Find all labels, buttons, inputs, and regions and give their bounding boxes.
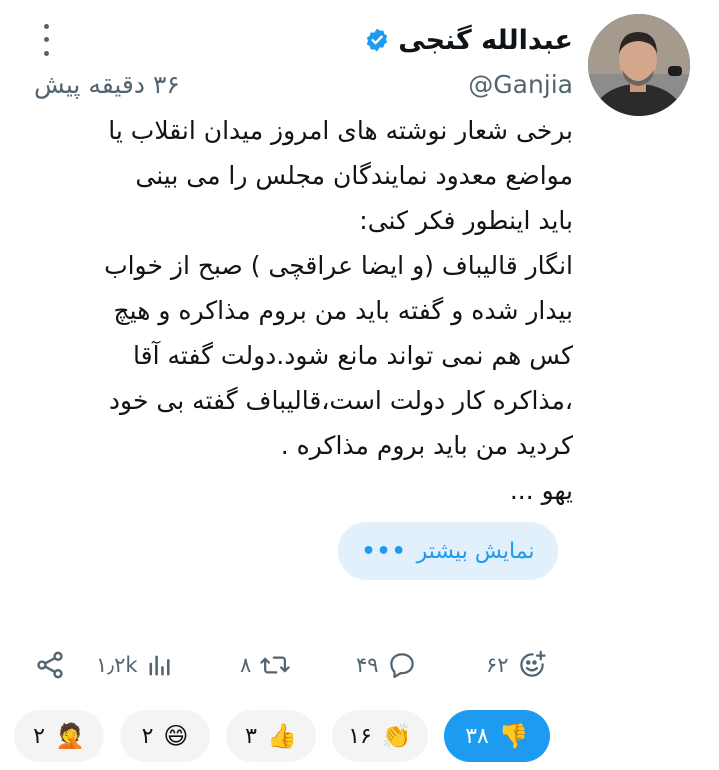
views-bar-chart-icon — [149, 655, 170, 676]
reaction-dislike[interactable]: ۳۸ 👎 — [444, 710, 550, 762]
reaction-clap[interactable]: ۱۶ 👏 — [332, 710, 428, 762]
tweet-meta: ۳۶ دقیقه پیش @Ganjia — [34, 64, 573, 104]
views-count: ۱٫۲k — [96, 653, 138, 677]
reactions-count: ۶۲ — [486, 653, 509, 677]
tweet-line: کس هم نمی تواند مانع شود.دولت گفته آقا — [133, 341, 573, 370]
tweet-line: ،مذاکره کار دولت است،قالیباف گفته بی خود — [108, 386, 573, 415]
share-icon — [37, 651, 63, 679]
retweets-count: ۸ — [240, 653, 252, 677]
reply-button[interactable]: ۴۹ — [356, 645, 417, 685]
grinning-face-icon: 😄 — [163, 722, 189, 750]
tweet-line: انگار قالیباف (و ایضا عراقچی ) صبح از خو… — [104, 251, 573, 280]
tweet-text: برخی شعار نوشته های امروز میدان انقلاب ی… — [30, 108, 573, 513]
author-display-name[interactable]: عبدالله گنجی — [398, 25, 573, 56]
author-handle[interactable]: @Ganjia — [468, 70, 573, 99]
clapping-hands-icon: 👏 — [381, 722, 412, 750]
reaction-count: ۱۶ — [348, 723, 372, 749]
share-button[interactable] — [34, 645, 66, 685]
author-name-row: عبدالله گنجی — [364, 18, 573, 62]
more-options-icon[interactable] — [34, 20, 58, 60]
tweet-line: یهو ... — [509, 476, 573, 505]
reaction-count: ۳۸ — [465, 723, 489, 749]
retweet-button[interactable]: ۸ — [240, 645, 291, 685]
tweet-line: کردید من باید بروم مذاکره . — [280, 431, 573, 460]
retweet-icon — [260, 656, 290, 674]
add-reaction-icon — [519, 650, 546, 677]
tweet-line: باید اینطور فکر کنی: — [359, 206, 573, 235]
reaction-count: ۲ — [33, 723, 45, 749]
show-more-label: نمایش بیشتر — [416, 538, 535, 564]
show-more-button[interactable]: نمایش بیشتر ••• — [338, 522, 558, 580]
profile-photo — [588, 14, 690, 116]
reaction-facepalm[interactable]: ۲ 🤦 — [14, 710, 104, 762]
reaction-count: ۲ — [141, 723, 154, 749]
tweet-time[interactable]: ۳۶ دقیقه پیش — [34, 70, 180, 99]
replies-count: ۴۹ — [356, 653, 379, 677]
thumbs-down-icon: 👎 — [498, 722, 529, 750]
tweet-line: برخی شعار نوشته های امروز میدان انقلاب ی… — [108, 116, 573, 145]
facepalm-icon: 🤦 — [54, 722, 85, 750]
verified-badge-icon — [364, 27, 390, 53]
ellipsis-icon: ••• — [361, 538, 407, 564]
reaction-laugh[interactable]: ۲ 😄 — [120, 710, 210, 762]
reaction-like[interactable]: ۳ 👍 — [226, 710, 316, 762]
tweet-line: بیدار شده و گفته باید من بروم مذاکره و ه… — [113, 296, 573, 325]
reaction-count: ۳ — [245, 723, 257, 749]
tweet-line: مواضع معدود نمایندگان مجلس را می بینی — [135, 161, 573, 190]
reply-icon — [389, 653, 414, 678]
add-reaction-button[interactable]: ۶۲ — [486, 645, 547, 685]
author-avatar[interactable] — [588, 14, 690, 116]
thumbs-up-icon: 👍 — [266, 722, 297, 750]
views-button[interactable]: ۱٫۲k — [96, 645, 174, 685]
